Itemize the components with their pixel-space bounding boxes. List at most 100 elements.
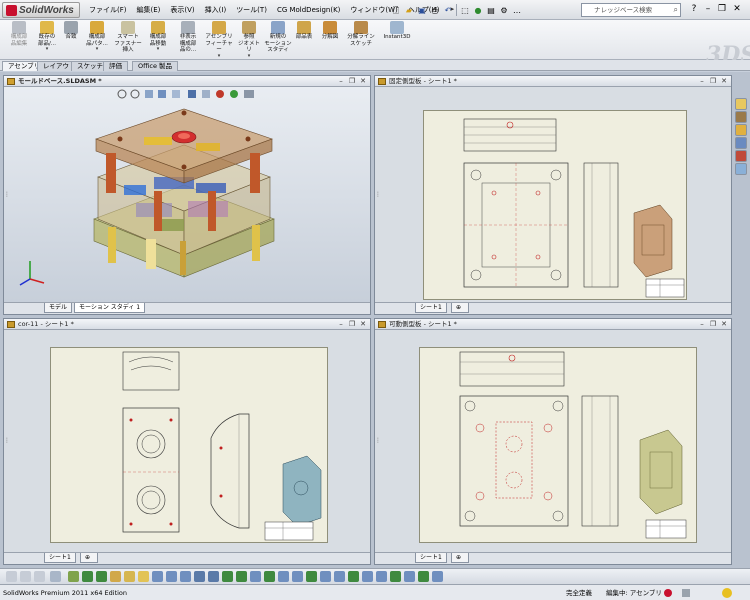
solidworks-logo[interactable]: SolidWorks	[2, 2, 80, 18]
add-sheet-icon[interactable]: ⊕	[80, 553, 98, 563]
rebuild-icon[interactable]: ●	[472, 4, 484, 17]
note-icon[interactable]	[34, 571, 45, 582]
menu-cg-molddesign[interactable]: CG MoldDesign(K)	[272, 4, 345, 16]
menu-view[interactable]: 表示(V)	[165, 4, 199, 16]
print-icon[interactable]: ⎙	[429, 4, 441, 17]
drawing-window-fixed-plate[interactable]: 固定側型板 - シート1 * – ❐ ✕ ⋮ シート1 ⊕	[374, 75, 732, 315]
add-sheet-icon[interactable]: ⊕	[451, 303, 469, 313]
open-folder-icon[interactable]: ▰	[403, 4, 415, 17]
reference-geometry-button[interactable]: 参照 ジオメトリ ▾	[236, 21, 262, 59]
mirror-icon[interactable]	[194, 571, 205, 582]
drawing-sheet[interactable]	[50, 347, 328, 543]
quick-snaps-icon[interactable]	[264, 571, 275, 582]
assembly-viewport[interactable]: ⋮	[4, 87, 370, 302]
restore-icon[interactable]: ❐	[347, 76, 357, 86]
minimize-icon[interactable]: –	[702, 3, 714, 16]
viewport-splitter-handle[interactable]: ⋮	[375, 434, 381, 448]
assembly-window[interactable]: モールドベース.SLDASM * – ❐ ✕ ⋮ モデル モーション スタディ …	[3, 75, 371, 315]
construction-geometry-icon[interactable]	[376, 571, 387, 582]
relation-icon[interactable]	[222, 571, 233, 582]
drawing-sheet-area[interactable]: ⋮	[4, 330, 370, 552]
drawing-window-moving-plate[interactable]: 可動側型板 - シート1 * – ❐ ✕ ⋮ シート1 ⊕	[374, 318, 732, 565]
arc-icon[interactable]	[110, 571, 121, 582]
select-icon[interactable]: ⬚	[459, 4, 471, 17]
home-icon[interactable]	[735, 98, 747, 110]
tab-sheet1[interactable]: シート1	[415, 553, 447, 563]
close-icon[interactable]: ✕	[719, 319, 729, 329]
show-hidden-components-button[interactable]: 非表示 構成部 品の...	[174, 21, 202, 59]
assembly-features-button[interactable]: アセンブリ フィーチャー ▾	[204, 21, 234, 59]
drawing-window-titlebar[interactable]: 可動側型板 - シート1 * – ❐ ✕	[375, 319, 731, 330]
insert-component-button[interactable]: 既存の 部品/... ▾	[34, 21, 60, 59]
minimize-icon[interactable]: –	[697, 76, 707, 86]
design-library-icon[interactable]	[735, 111, 747, 123]
sketch-tool-icon[interactable]	[6, 571, 17, 582]
drawing-sheet[interactable]	[419, 347, 697, 543]
mold-base-3d-model[interactable]	[84, 107, 284, 282]
smart-fasteners-button[interactable]: スマート ファスナー 挿入	[112, 21, 144, 59]
menu-tools[interactable]: ツール(T)	[231, 4, 272, 16]
polygon-icon[interactable]	[418, 571, 429, 582]
exploded-view-button[interactable]: 分解図	[318, 21, 342, 59]
help-popup-icon[interactable]	[722, 588, 732, 598]
tab-sheet1[interactable]: シート1	[44, 553, 76, 563]
edit-component-button[interactable]: 構成部 品編集	[4, 21, 34, 59]
drawing-window-titlebar[interactable]: cor-11 - シート1 * – ❐ ✕	[4, 319, 370, 330]
chevron-down-icon[interactable]: ▾	[236, 53, 262, 59]
circle-icon[interactable]	[96, 571, 107, 582]
rectangle-icon[interactable]	[82, 571, 93, 582]
more-icon[interactable]: …	[511, 4, 523, 17]
menu-file[interactable]: ファイル(F)	[84, 4, 132, 16]
undo-icon[interactable]: ↶	[442, 4, 454, 17]
select-tool-icon[interactable]	[50, 571, 61, 582]
scale-entities-icon[interactable]	[306, 571, 317, 582]
knowledge-search-input[interactable]: ナレッジベース検索 ⌕	[581, 3, 681, 17]
copy-entities-icon[interactable]	[320, 571, 331, 582]
search-icon[interactable]: ⌕	[674, 4, 678, 16]
view-palette-icon[interactable]	[735, 137, 747, 149]
minimize-icon[interactable]: –	[336, 76, 346, 86]
repair-sketch-icon[interactable]	[250, 571, 261, 582]
tab-evaluate[interactable]: 評価	[103, 61, 128, 71]
units-icon[interactable]	[682, 589, 690, 597]
offset-icon[interactable]	[166, 571, 177, 582]
file-properties-icon[interactable]: ▤	[485, 4, 497, 17]
chevron-down-icon[interactable]: ▾	[83, 47, 111, 52]
intersection-curve-icon[interactable]	[362, 571, 373, 582]
heads-up-view-toolbar[interactable]	[116, 88, 266, 100]
display-relations-icon[interactable]	[236, 571, 247, 582]
slot-icon[interactable]	[404, 571, 415, 582]
trim-icon[interactable]	[180, 571, 191, 582]
menu-insert[interactable]: 挿入(I)	[200, 4, 232, 16]
rebuild-status-icon[interactable]	[664, 589, 672, 597]
spline-icon[interactable]	[124, 571, 135, 582]
custom-properties-icon[interactable]	[735, 163, 747, 175]
mate-button[interactable]: 合致	[61, 21, 81, 59]
help-icon[interactable]: ?	[688, 3, 700, 16]
move-component-button[interactable]: 構成部 品移動 ▾	[144, 21, 172, 59]
explode-line-sketch-button[interactable]: 分解ライン スケッチ	[344, 21, 378, 59]
drawing-sheet-area[interactable]: ⋮	[375, 87, 731, 302]
drawing-sheet[interactable]	[423, 110, 687, 300]
tab-office-products[interactable]: Office 製品	[132, 61, 179, 71]
tab-model[interactable]: モデル	[44, 303, 73, 313]
menu-edit[interactable]: 編集(E)	[132, 4, 166, 16]
add-sheet-icon[interactable]: ⊕	[451, 553, 469, 563]
assembly-window-titlebar[interactable]: モールドベース.SLDASM * – ❐ ✕	[4, 76, 370, 87]
restore-icon[interactable]: ❐	[708, 76, 718, 86]
file-explorer-icon[interactable]	[735, 124, 747, 136]
restore-icon[interactable]: ❐	[347, 319, 357, 329]
new-motion-study-button[interactable]: 新規の モーション スタディ	[264, 21, 292, 59]
minimize-icon[interactable]: –	[697, 319, 707, 329]
drawing-sheet-area[interactable]: ⋮	[375, 330, 731, 552]
ellipse-icon[interactable]	[432, 571, 443, 582]
chevron-down-icon[interactable]: ▾	[144, 47, 172, 52]
close-icon[interactable]: ✕	[719, 76, 729, 86]
save-icon[interactable]: ▣	[416, 4, 428, 17]
new-document-icon[interactable]: 🗋	[390, 4, 402, 17]
fillet-icon[interactable]	[152, 571, 163, 582]
tab-motion-study[interactable]: モーション スタディ 1	[74, 303, 146, 313]
convert-entities-icon[interactable]	[348, 571, 359, 582]
pattern-icon[interactable]	[208, 571, 219, 582]
options-icon[interactable]: ⚙	[498, 4, 510, 17]
